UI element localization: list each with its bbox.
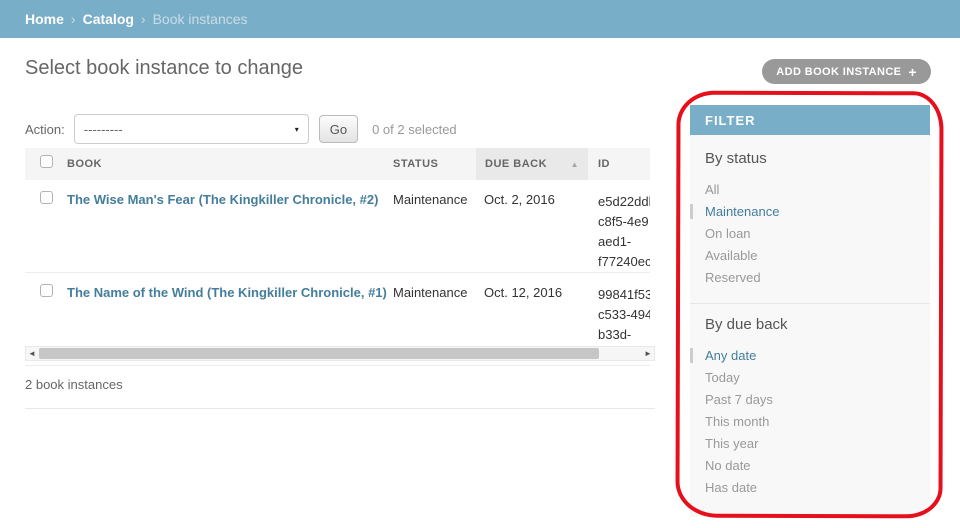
status-filter-list: All Maintenance On loan Available Reserv… xyxy=(705,179,915,289)
filter-option-label: Maintenance xyxy=(705,204,779,219)
row-checkbox[interactable] xyxy=(40,191,53,204)
due-back-filter-list: Any date Today Past 7 days This month Th… xyxy=(705,345,915,499)
id-line: f77240ec xyxy=(598,252,650,272)
add-button-label: ADD BOOK INSTANCE xyxy=(776,66,901,78)
filter-option-today[interactable]: Today xyxy=(705,367,915,389)
breadcrumb: Home › Catalog › Book instances xyxy=(0,0,960,38)
table-body: The Wise Man's Fear (The Kingkiller Chro… xyxy=(25,180,650,366)
filter-panel-title: FILTER xyxy=(690,105,930,135)
filter-option-this-year[interactable]: This year xyxy=(705,433,915,455)
scroll-left-icon[interactable]: ◄ xyxy=(26,347,38,360)
id-line: b33d- xyxy=(598,325,650,345)
book-link[interactable]: The Wise Man's Fear (The Kingkiller Chro… xyxy=(67,192,378,207)
book-link[interactable]: The Name of the Wind (The Kingkiller Chr… xyxy=(67,285,387,300)
plus-icon: + xyxy=(908,65,917,79)
filter-option-this-month[interactable]: This month xyxy=(705,411,915,433)
scroll-right-icon[interactable]: ► xyxy=(642,347,654,360)
filter-option-past-7-days[interactable]: Past 7 days xyxy=(705,389,915,411)
scrollbar-thumb[interactable] xyxy=(39,348,599,359)
action-select[interactable]: --------- ▾ xyxy=(74,114,309,144)
breadcrumb-current: Book instances xyxy=(153,11,248,27)
result-count: 2 book instances xyxy=(25,377,123,392)
id-line: c8f5-4e9 xyxy=(598,212,650,232)
filter-body: By status All Maintenance On loan Availa… xyxy=(690,135,930,499)
column-header-id[interactable]: ID xyxy=(588,158,650,170)
id-line: 99841f53 xyxy=(598,285,650,305)
selection-status: 0 of 2 selected xyxy=(372,122,457,137)
select-all-checkbox[interactable] xyxy=(40,155,53,168)
status-cell: Maintenance xyxy=(393,180,476,272)
table-row: The Wise Man's Fear (The Kingkiller Chro… xyxy=(25,180,650,273)
due-back-label: DUE BACK xyxy=(485,158,547,170)
filter-option-has-date[interactable]: Has date xyxy=(705,477,915,499)
dropdown-arrow-icon: ▾ xyxy=(295,125,299,134)
changelist-page: Home › Catalog › Book instances Select b… xyxy=(0,0,960,528)
row-checkbox[interactable] xyxy=(40,284,53,297)
filter-panel: FILTER By status All Maintenance On loan… xyxy=(690,105,930,517)
add-book-instance-button[interactable]: ADD BOOK INSTANCE + xyxy=(762,59,931,84)
column-header-status[interactable]: STATUS xyxy=(393,158,476,170)
filter-option-all[interactable]: All xyxy=(705,179,915,201)
action-row: Action: --------- ▾ Go 0 of 2 selected xyxy=(25,114,457,144)
content-divider xyxy=(25,408,655,409)
breadcrumb-separator: › xyxy=(141,11,146,27)
filter-group-heading-status: By status xyxy=(705,150,915,167)
row-checkbox-cell xyxy=(25,180,67,272)
action-label: Action: xyxy=(25,122,65,137)
selected-filter-marker xyxy=(690,204,693,219)
breadcrumb-home-link[interactable]: Home xyxy=(25,11,64,27)
id-line: e5d22ddb xyxy=(598,192,650,212)
due-back-cell: Oct. 2, 2016 xyxy=(476,180,588,272)
page-title: Select book instance to change xyxy=(25,57,303,80)
filter-option-any-date[interactable]: Any date xyxy=(705,345,915,367)
filter-option-label: Any date xyxy=(705,348,756,363)
filter-group-heading-due-back: By due back xyxy=(705,316,915,333)
id-cell: e5d22ddb c8f5-4e9 aed1- f77240ec xyxy=(588,180,650,272)
changelist-table: BOOK STATUS DUE BACK ▲ ID The Wise Man's… xyxy=(25,148,650,366)
sort-ascending-icon: ▲ xyxy=(571,160,579,169)
column-header-due-back[interactable]: DUE BACK ▲ xyxy=(476,148,588,180)
column-header-book[interactable]: BOOK xyxy=(67,158,393,170)
filter-option-maintenance[interactable]: Maintenance xyxy=(705,201,915,223)
breadcrumb-separator: › xyxy=(71,11,76,27)
filter-option-reserved[interactable]: Reserved xyxy=(705,267,915,289)
go-button[interactable]: Go xyxy=(319,115,358,143)
id-line: c533-494 xyxy=(598,305,650,325)
header-checkbox-cell xyxy=(25,155,67,173)
action-select-value: --------- xyxy=(84,122,123,137)
breadcrumb-catalog-link[interactable]: Catalog xyxy=(83,11,134,27)
selected-filter-marker xyxy=(690,348,693,363)
filter-option-on-loan[interactable]: On loan xyxy=(705,223,915,245)
id-line: aed1- xyxy=(598,232,650,252)
table-header-row: BOOK STATUS DUE BACK ▲ ID xyxy=(25,148,650,180)
horizontal-scrollbar[interactable]: ◄ ► xyxy=(25,346,655,361)
filter-divider xyxy=(690,303,930,304)
filter-option-no-date[interactable]: No date xyxy=(705,455,915,477)
filter-option-available[interactable]: Available xyxy=(705,245,915,267)
